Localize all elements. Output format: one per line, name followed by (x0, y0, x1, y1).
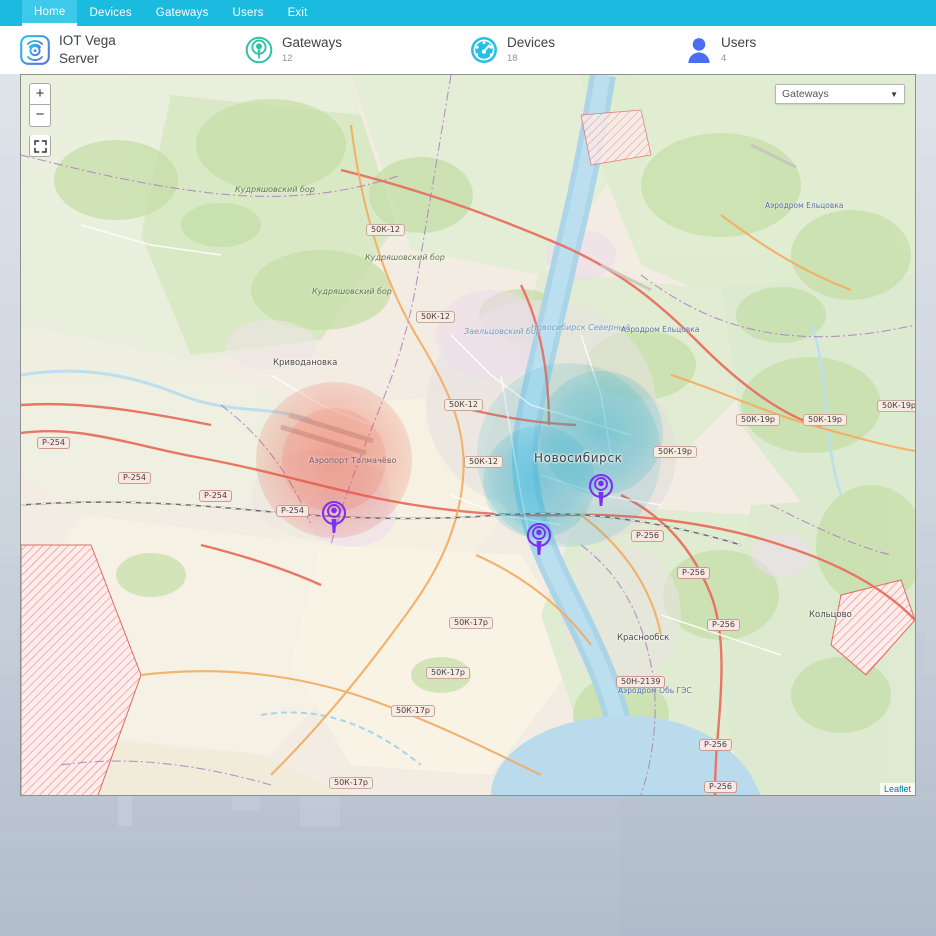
stat-users-title: Users (721, 35, 757, 51)
stat-devices-title: Devices (507, 35, 556, 51)
stat-gateways-count: 12 (282, 53, 293, 65)
chevron-down-icon: ▼ (890, 89, 898, 99)
nav-tab-users-label: Users (232, 7, 264, 19)
nav-tab-devices-label: Devices (89, 7, 132, 19)
main-navigation-bar: Home Devices Gateways Users Exit (0, 0, 936, 26)
map-layer-select-value: Gateways (782, 88, 829, 100)
user-person-icon (688, 38, 710, 63)
stat-gateways-title: Gateways (282, 35, 343, 51)
brand-block: IOT Vega Server (20, 32, 245, 67)
zoom-out-button[interactable]: − (29, 105, 51, 127)
gateway-marker-novosibirsk-center[interactable] (526, 522, 552, 556)
nav-tab-home[interactable]: Home (22, 0, 78, 26)
gateway-marker-novosibirsk-east[interactable] (588, 473, 614, 507)
fullscreen-button[interactable] (29, 135, 51, 157)
expand-icon (33, 140, 47, 154)
map-basemap-tiles (21, 75, 915, 795)
leaflet-map-container[interactable]: Кудряшовский бор Кудряшовский бор Кудряш… (20, 74, 916, 796)
stat-devices-count: 18 (507, 53, 518, 65)
device-gauge-icon (471, 37, 497, 63)
stat-gateways[interactable]: Gateways 12 (245, 35, 470, 64)
nav-tab-gateways-label: Gateways (155, 7, 209, 19)
map-zoom-controls: + − (29, 83, 51, 157)
stat-users-count: 4 (721, 53, 727, 65)
nav-tab-exit[interactable]: Exit (276, 0, 320, 26)
vega-logo-icon (20, 35, 50, 65)
nav-tab-users[interactable]: Users (221, 0, 276, 26)
nav-tab-home-label: Home (34, 5, 66, 18)
stat-devices[interactable]: Devices 18 (470, 35, 686, 64)
leaflet-attribution-link[interactable]: Leaflet (879, 783, 915, 795)
nav-tab-gateways[interactable]: Gateways (144, 0, 221, 26)
gateway-marker-tolmachevo[interactable] (321, 500, 347, 534)
map-layer-select[interactable]: Gateways ▼ (775, 84, 905, 104)
nav-tab-devices[interactable]: Devices (77, 0, 143, 26)
brand-title: IOT Vega Server (59, 33, 116, 66)
stat-users[interactable]: Users 4 (686, 35, 886, 64)
summary-stats-bar: IOT Vega Server Gateways 12 Devices 18 U… (0, 26, 936, 74)
nav-tab-exit-label: Exit (287, 7, 308, 19)
zoom-in-button[interactable]: + (29, 83, 51, 105)
gateway-antenna-icon (245, 36, 273, 64)
